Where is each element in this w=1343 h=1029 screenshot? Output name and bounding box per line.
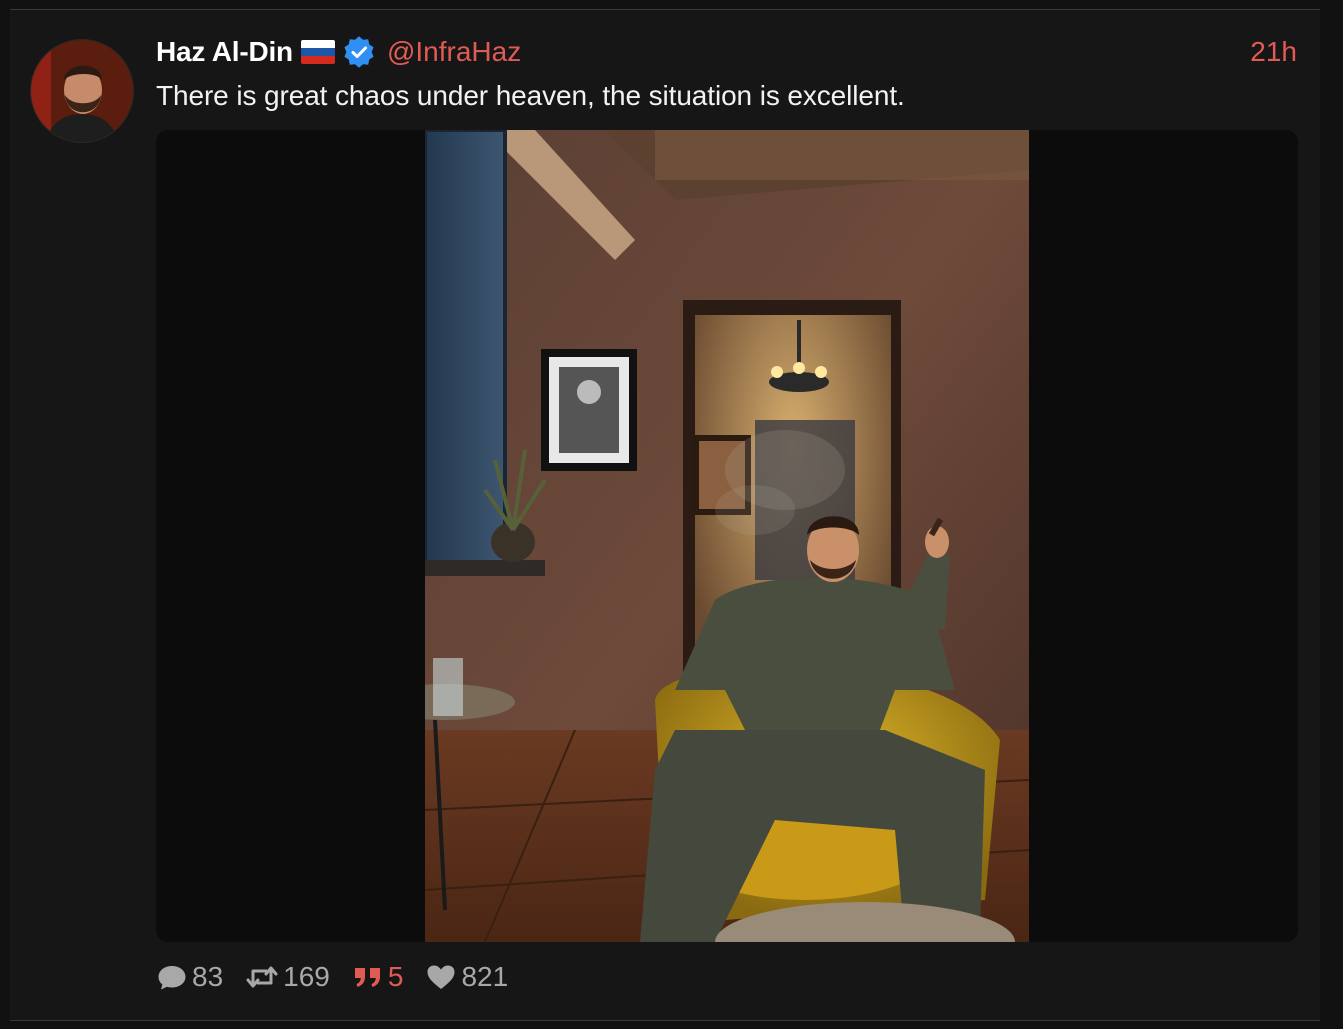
repost-icon	[246, 966, 278, 988]
author-name[interactable]: Haz Al-Din	[156, 36, 293, 68]
post-timestamp[interactable]: 21h	[1250, 30, 1297, 74]
post-actions: 83 169 5 821	[156, 955, 530, 999]
comment-count: 83	[192, 961, 224, 992]
verified-badge-icon	[343, 36, 375, 68]
post-media[interactable]	[156, 130, 1298, 942]
comment-icon	[158, 966, 186, 990]
author-handle[interactable]: @InfraHaz	[387, 36, 521, 68]
repost-button[interactable]: 169	[245, 961, 330, 993]
quote-icon	[354, 968, 380, 987]
quote-button[interactable]: 5	[352, 961, 404, 993]
post-photo[interactable]	[425, 130, 1029, 942]
post-header: Haz Al-Din @InfraHaz	[156, 30, 521, 74]
like-count: 821	[461, 961, 509, 992]
avatar[interactable]	[31, 40, 133, 142]
repost-count: 169	[283, 961, 330, 992]
quote-count: 5	[387, 961, 404, 992]
comment-button[interactable]: 83	[156, 961, 223, 993]
post: Haz Al-Din @InfraHaz 21h There is great …	[0, 0, 1343, 1029]
like-button[interactable]: 821	[425, 961, 508, 993]
russia-flag-icon	[300, 40, 335, 64]
heart-icon	[427, 965, 455, 989]
post-text: There is great chaos under heaven, the s…	[156, 80, 905, 111]
